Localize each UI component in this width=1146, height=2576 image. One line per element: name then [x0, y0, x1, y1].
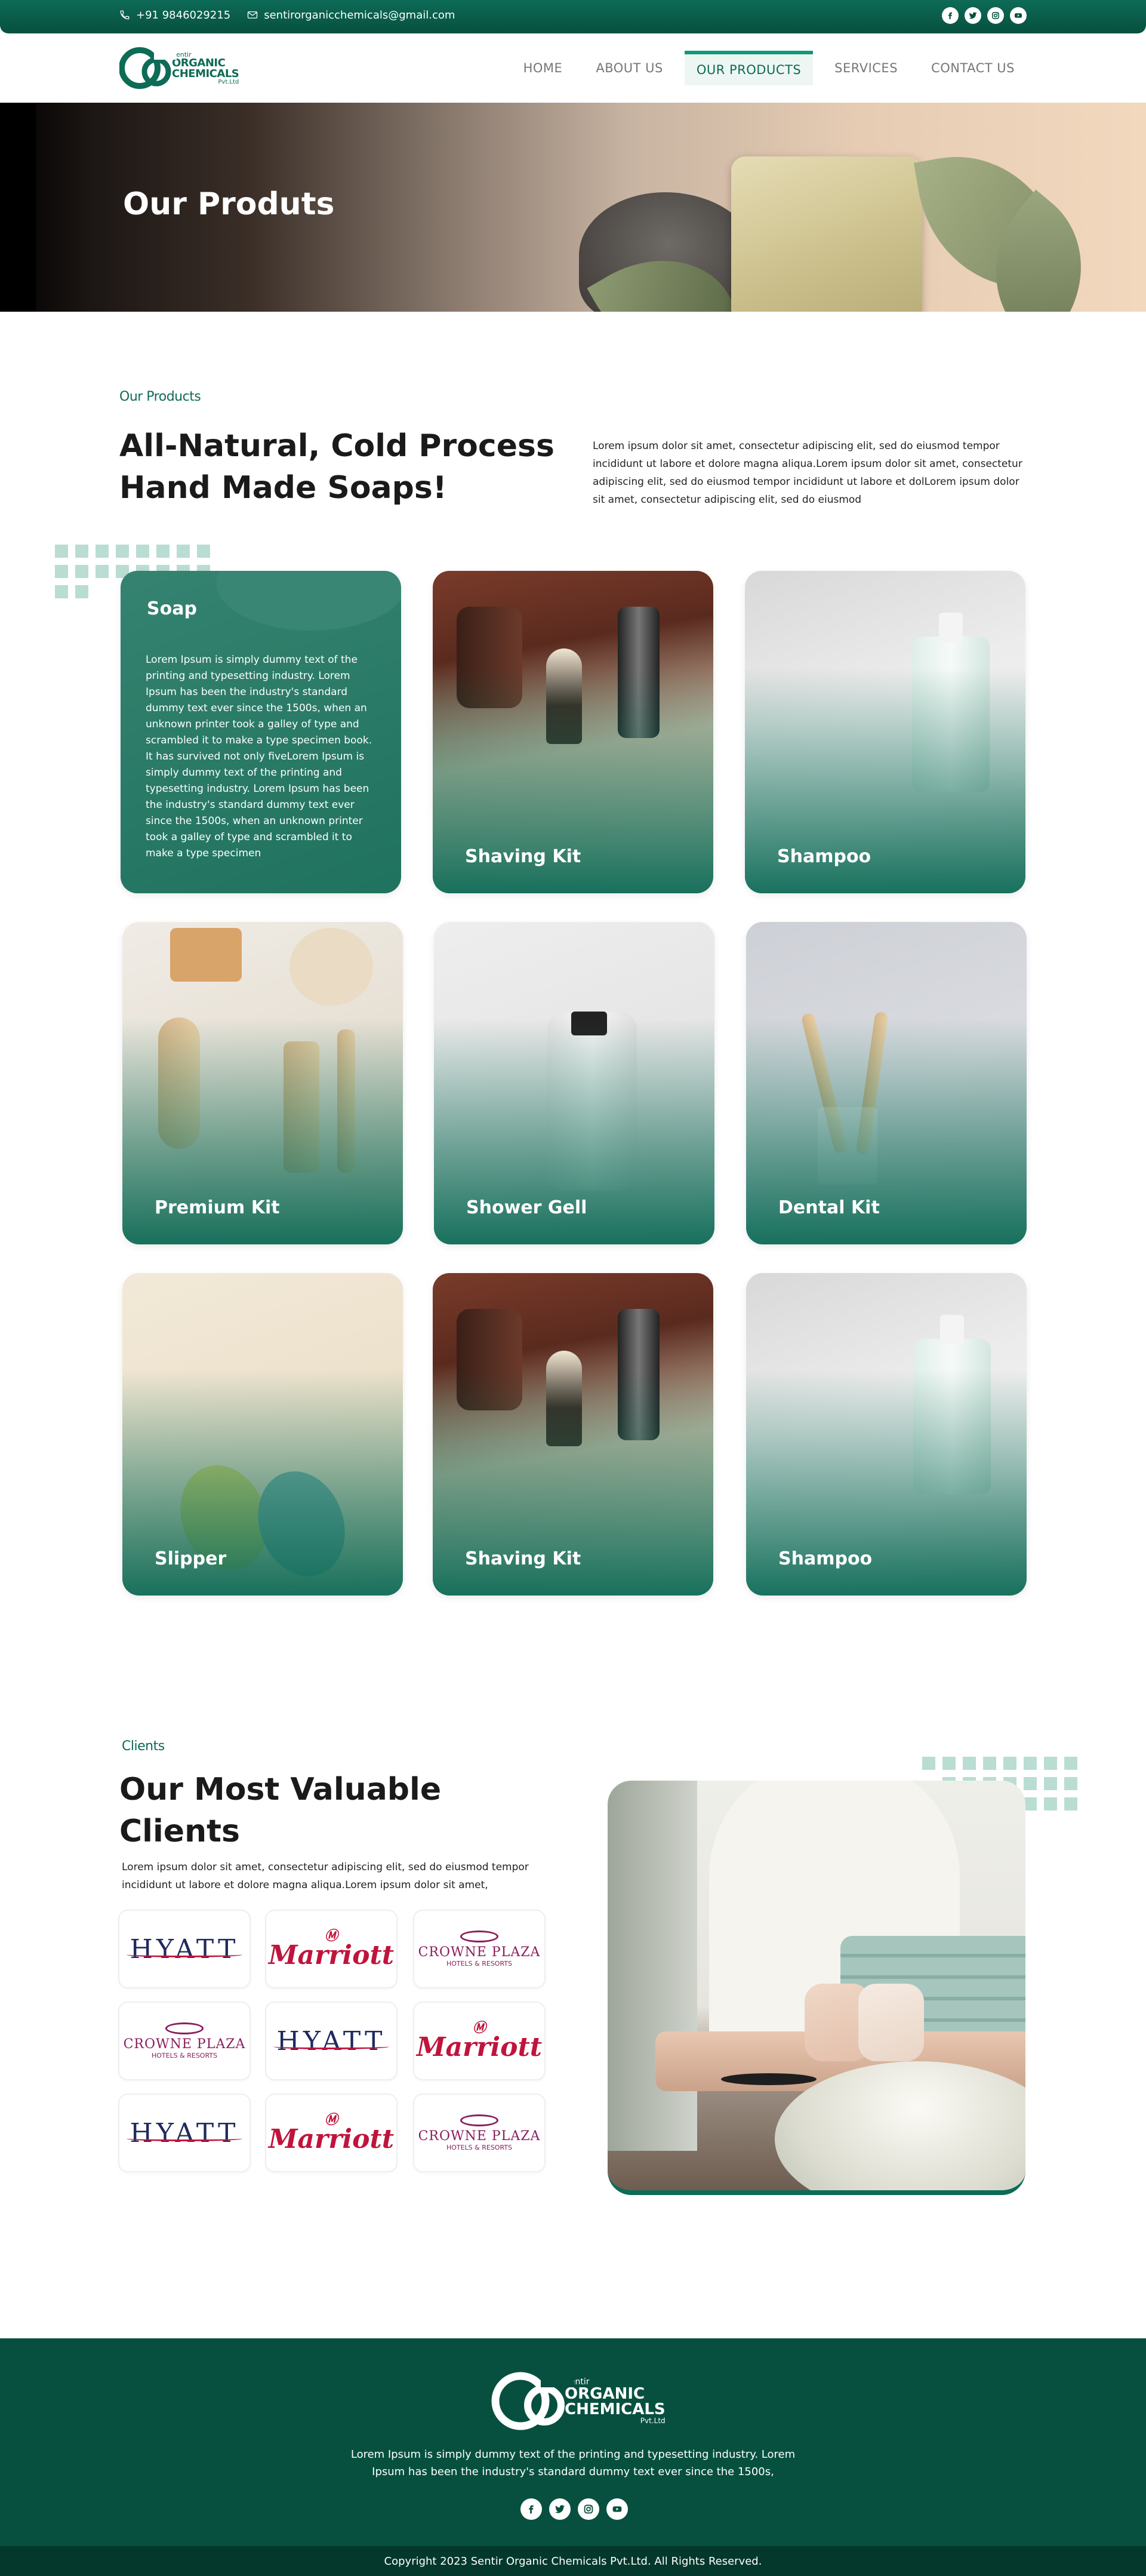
footer: Sentir ORGANIC CHEMICALS Pvt.Ltd Lorem I… — [0, 2338, 1146, 2546]
instagram-icon[interactable] — [578, 2498, 599, 2520]
main-navigation: Sentir ORGANIC CHEMICALS Pvt.Ltd HOME AB… — [0, 33, 1146, 103]
product-card-shaving-kit[interactable]: Shaving Kit — [433, 571, 713, 893]
product-card-title: Soap — [147, 598, 197, 619]
phone-link[interactable]: +91 9846029215 — [119, 9, 230, 21]
email-link[interactable]: sentirorganicchemicals@gmail.com — [247, 9, 455, 21]
clients-section: Clients Our Most Valuable Clients Lorem … — [0, 1721, 1146, 2338]
product-card-soap[interactable]: Soap Lorem Ipsum is simply dummy text of… — [121, 571, 401, 893]
product-card-dental-kit[interactable]: Dental Kit — [746, 922, 1027, 1244]
client-logo-crowne-plaza[interactable]: CROWNE PLAZA HOTELS & RESORTS — [118, 2002, 251, 2080]
crowne-logo-text: CROWNE PLAZA — [418, 2129, 541, 2144]
crowne-logo-text: CROWNE PLAZA — [123, 2037, 246, 2052]
nav-contact-us[interactable]: CONTACT US — [919, 51, 1027, 85]
youtube-icon[interactable] — [606, 2498, 628, 2520]
client-logo-marriott[interactable]: Ⓜ Marriott — [265, 1910, 398, 1988]
product-card-shower-gell[interactable]: Shower Gell — [434, 922, 714, 1244]
client-logo-marriott[interactable]: Ⓜ Marriott — [413, 2002, 546, 2080]
footer-brand-line2: CHEMICALS — [565, 2400, 666, 2418]
facebook-icon[interactable] — [520, 2498, 542, 2520]
logo-mark — [119, 44, 178, 92]
product-card-description: Lorem Ipsum is simply dummy text of the … — [146, 654, 372, 859]
hero-soap-bar — [731, 156, 922, 312]
instagram-icon[interactable] — [987, 7, 1004, 24]
nav-our-products[interactable]: OUR PRODUCTS — [684, 51, 814, 85]
twitter-icon[interactable] — [549, 2498, 571, 2520]
copyright-bar: Copyright 2023 Sentir Organic Chemicals … — [0, 2546, 1146, 2576]
product-card-slipper[interactable]: Slipper — [122, 1273, 403, 1596]
crowne-ring-icon — [165, 2022, 204, 2034]
client-logo-hyatt[interactable]: HYATT — [265, 2002, 398, 2080]
crowne-logo-text: CROWNE PLAZA — [418, 1945, 541, 1960]
product-card-shaving-kit[interactable]: Shaving Kit — [433, 1273, 713, 1596]
client-logo-hyatt[interactable]: HYATT — [118, 1910, 251, 1988]
product-card-shampoo[interactable]: Shampoo — [746, 1273, 1027, 1596]
footer-social-links — [520, 2498, 628, 2520]
product-card-title: Dental Kit — [778, 1197, 880, 1218]
product-card-title: Premium Kit — [155, 1197, 280, 1218]
hero-title: Our Produts — [123, 186, 335, 222]
crowne-ring-icon — [460, 2114, 498, 2126]
hyatt-logo-text: HYATT — [273, 2025, 390, 2057]
clients-description: Lorem ipsum dolor sit amet, consectetur … — [122, 1861, 529, 1891]
hero-banner: Our Produts — [0, 103, 1146, 312]
email-address: sentirorganicchemicals@gmail.com — [264, 8, 455, 21]
client-logo-hyatt[interactable]: HYATT — [118, 2094, 251, 2172]
product-card-title: Shower Gell — [466, 1197, 587, 1218]
brand-line1: ORGANIC — [172, 56, 226, 69]
twitter-icon[interactable] — [965, 7, 981, 24]
product-card-title: Shaving Kit — [465, 1548, 581, 1569]
clients-heading: Our Most Valuable Clients — [119, 1772, 442, 1849]
crowne-ring-icon — [460, 1931, 498, 1942]
youtube-icon[interactable] — [1010, 7, 1027, 24]
mail-icon — [248, 11, 258, 19]
brand-suffix: Pvt.Ltd — [218, 78, 239, 85]
social-links — [942, 7, 1027, 24]
copyright-text: Copyright 2023 Sentir Organic Chemicals … — [384, 2555, 762, 2568]
nav-menu: HOME ABOUT US OUR PRODUCTS SERVICES CONT… — [502, 33, 1027, 103]
facebook-icon[interactable] — [942, 7, 959, 24]
product-card-title: Shaving Kit — [465, 846, 581, 867]
marriott-logo-text: Marriott — [416, 2032, 543, 2062]
nav-about-us[interactable]: ABOUT US — [584, 51, 675, 85]
brand-logo[interactable]: Sentir ORGANIC CHEMICALS Pvt.Ltd — [119, 44, 239, 92]
products-description: Lorem ipsum dolor sit amet, consectetur … — [593, 440, 1022, 506]
client-logo-crowne-plaza[interactable]: CROWNE PLAZA HOTELS & RESORTS — [413, 1910, 546, 1988]
product-card-title: Shampoo — [777, 846, 871, 867]
footer-description: Lorem Ipsum is simply dummy text of the … — [350, 2448, 796, 2478]
nav-services[interactable]: SERVICES — [822, 51, 910, 85]
phone-icon — [120, 10, 130, 20]
product-card-title: Slipper — [155, 1548, 227, 1569]
products-section: Our Products All-Natural, Cold Process H… — [0, 312, 1146, 1721]
products-heading: All-Natural, Cold Process Hand Made Soap… — [119, 428, 554, 506]
footer-logo[interactable]: Sentir ORGANIC CHEMICALS Pvt.Ltd — [491, 2368, 666, 2434]
hyatt-logo-text: HYATT — [126, 1933, 243, 1965]
top-bar: +91 9846029215 sentirorganicchemicals@gm… — [0, 0, 1146, 33]
phone-number: +91 9846029215 — [136, 8, 231, 21]
client-logo-crowne-plaza[interactable]: CROWNE PLAZA HOTELS & RESORTS — [413, 2094, 546, 2172]
marriott-logo-text: Marriott — [268, 2124, 395, 2154]
clients-bedroom-image — [608, 1781, 1025, 2195]
products-eyebrow: Our Products — [119, 389, 201, 404]
footer-logo-mark — [491, 2368, 577, 2434]
product-card-title: Shampoo — [778, 1548, 873, 1569]
crowne-logo-subtext: HOTELS & RESORTS — [446, 1960, 513, 1968]
brand-line2: CHEMICALS — [172, 67, 239, 80]
footer-brand-line1: ORGANIC — [565, 2385, 645, 2403]
nav-home[interactable]: HOME — [512, 51, 575, 85]
hyatt-logo-text: HYATT — [126, 2117, 243, 2148]
clients-eyebrow: Clients — [122, 1739, 165, 1754]
product-card-shampoo[interactable]: Shampoo — [745, 571, 1025, 893]
crowne-logo-subtext: HOTELS & RESORTS — [446, 2144, 513, 2151]
client-logo-marriott[interactable]: Ⓜ Marriott — [265, 2094, 398, 2172]
marriott-logo-text: Marriott — [268, 1940, 395, 1971]
crowne-logo-subtext: HOTELS & RESORTS — [151, 2052, 218, 2059]
contact-info: +91 9846029215 sentirorganicchemicals@gm… — [119, 0, 455, 30]
product-card-premium-kit[interactable]: Premium Kit — [122, 922, 403, 1244]
